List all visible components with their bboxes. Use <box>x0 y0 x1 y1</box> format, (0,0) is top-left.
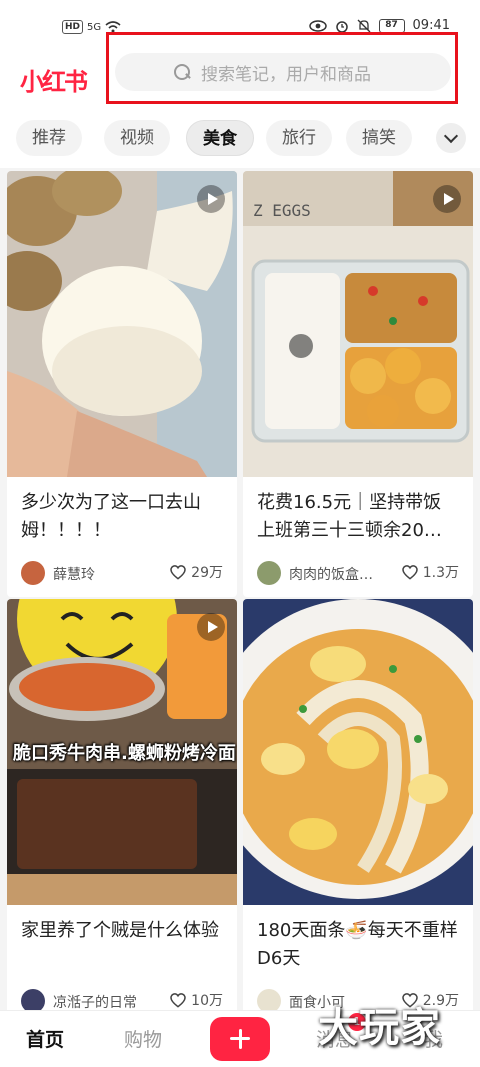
card-meta: 薛慧玲 29万 <box>7 551 237 597</box>
battery-icon: 87 <box>378 18 405 33</box>
status-right: 87 09:41 <box>308 18 450 33</box>
like-button[interactable]: 10万 <box>168 990 223 1010</box>
noodle-soup-photo <box>243 599 473 905</box>
feed-card[interactable]: 多少次为了这一口去山姆！！！！ 薛慧玲 29万 <box>7 171 237 597</box>
lunch-box-photo: Z EGGS <box>243 171 473 477</box>
like-button[interactable]: 29万 <box>168 562 223 582</box>
author-name[interactable]: 薛慧玲 <box>53 564 153 584</box>
svg-text:Z EGGS: Z EGGS <box>253 201 311 220</box>
alarm-icon <box>335 20 348 33</box>
play-icon <box>197 613 225 641</box>
like-count: 29万 <box>191 565 223 581</box>
signal-icon: 5G <box>87 21 102 33</box>
search-highlight-box: 搜索笔记，用户和商品 <box>106 32 458 104</box>
video-caption: 脆口秀牛肉串.螺蛳粉烤冷面 <box>13 743 236 764</box>
add-post-button[interactable] <box>210 1017 270 1061</box>
category-tabs: 推荐 视频 美食 旅行 搞笑 <box>0 110 480 168</box>
watermark: 大玩家 <box>318 1005 441 1051</box>
tab-food[interactable]: 美食 <box>186 120 254 156</box>
search-input[interactable]: 搜索笔记，用户和商品 <box>115 53 451 91</box>
clock: 09:41 <box>412 18 450 33</box>
chevron-down-icon[interactable] <box>436 123 466 153</box>
avatar[interactable] <box>257 561 281 585</box>
tab-travel[interactable]: 旅行 <box>266 120 332 156</box>
like-button[interactable]: 1.3万 <box>400 562 459 582</box>
card-image: 脆口秀牛肉串.螺蛳粉烤冷面 <box>7 599 237 905</box>
like-count: 10万 <box>191 993 223 1009</box>
avatar[interactable] <box>21 561 45 585</box>
card-image <box>243 599 473 905</box>
cream-cheese-photo <box>7 171 237 477</box>
heart-icon <box>170 565 187 580</box>
search-icon <box>173 63 191 81</box>
search-placeholder: 搜索笔记，用户和商品 <box>201 64 371 85</box>
like-count: 1.3万 <box>422 565 459 581</box>
play-icon <box>197 185 225 213</box>
card-image <box>7 171 237 477</box>
tab-recommend[interactable]: 推荐 <box>16 120 82 156</box>
card-title: 花费16.5元｜坚持带饭上班第三十三顿余20… <box>257 492 442 541</box>
feed-card[interactable]: 180天面条🍜每天不重样D6天 面食小可 2.9万 <box>243 599 473 1025</box>
heart-icon <box>401 565 418 580</box>
card-meta: 肉肉的饭盒… 1.3万 <box>243 551 473 597</box>
eye-icon <box>308 19 327 32</box>
app-logo: 小红书 <box>20 68 88 96</box>
tab-video[interactable]: 视频 <box>104 120 170 156</box>
feed: 多少次为了这一口去山姆！！！！ 薛慧玲 29万 Z EGGS 花费16.5元｜坚… <box>0 168 480 1025</box>
card-title: 180天面条🍜每天不重样D6天 <box>257 920 458 969</box>
hd-icon: HD <box>62 20 84 34</box>
author-name[interactable]: 肉肉的饭盒… <box>289 564 389 584</box>
nav-shop[interactable]: 购物 <box>124 1025 162 1052</box>
tab-funny[interactable]: 搞笑 <box>346 120 412 156</box>
heart-icon <box>170 993 187 1008</box>
card-title: 家里养了个贼是什么体验 <box>21 920 219 941</box>
feed-card[interactable]: 脆口秀牛肉串.螺蛳粉烤冷面 家里养了个贼是什么体验 凉湉子的日常 10万 <box>7 599 237 1025</box>
header: 小红书 搜索笔记，用户和商品 <box>0 32 480 110</box>
card-image: Z EGGS <box>243 171 473 477</box>
author-name[interactable]: 凉湉子的日常 <box>53 992 153 1012</box>
feed-card[interactable]: Z EGGS 花费16.5元｜坚持带饭上班第三十三顿余20… 肉肉的饭盒… 1.… <box>243 171 473 597</box>
mute-icon <box>357 19 370 32</box>
play-icon <box>433 185 461 213</box>
card-title: 多少次为了这一口去山姆！！！！ <box>21 492 201 541</box>
nav-home[interactable]: 首页 <box>26 1025 64 1052</box>
